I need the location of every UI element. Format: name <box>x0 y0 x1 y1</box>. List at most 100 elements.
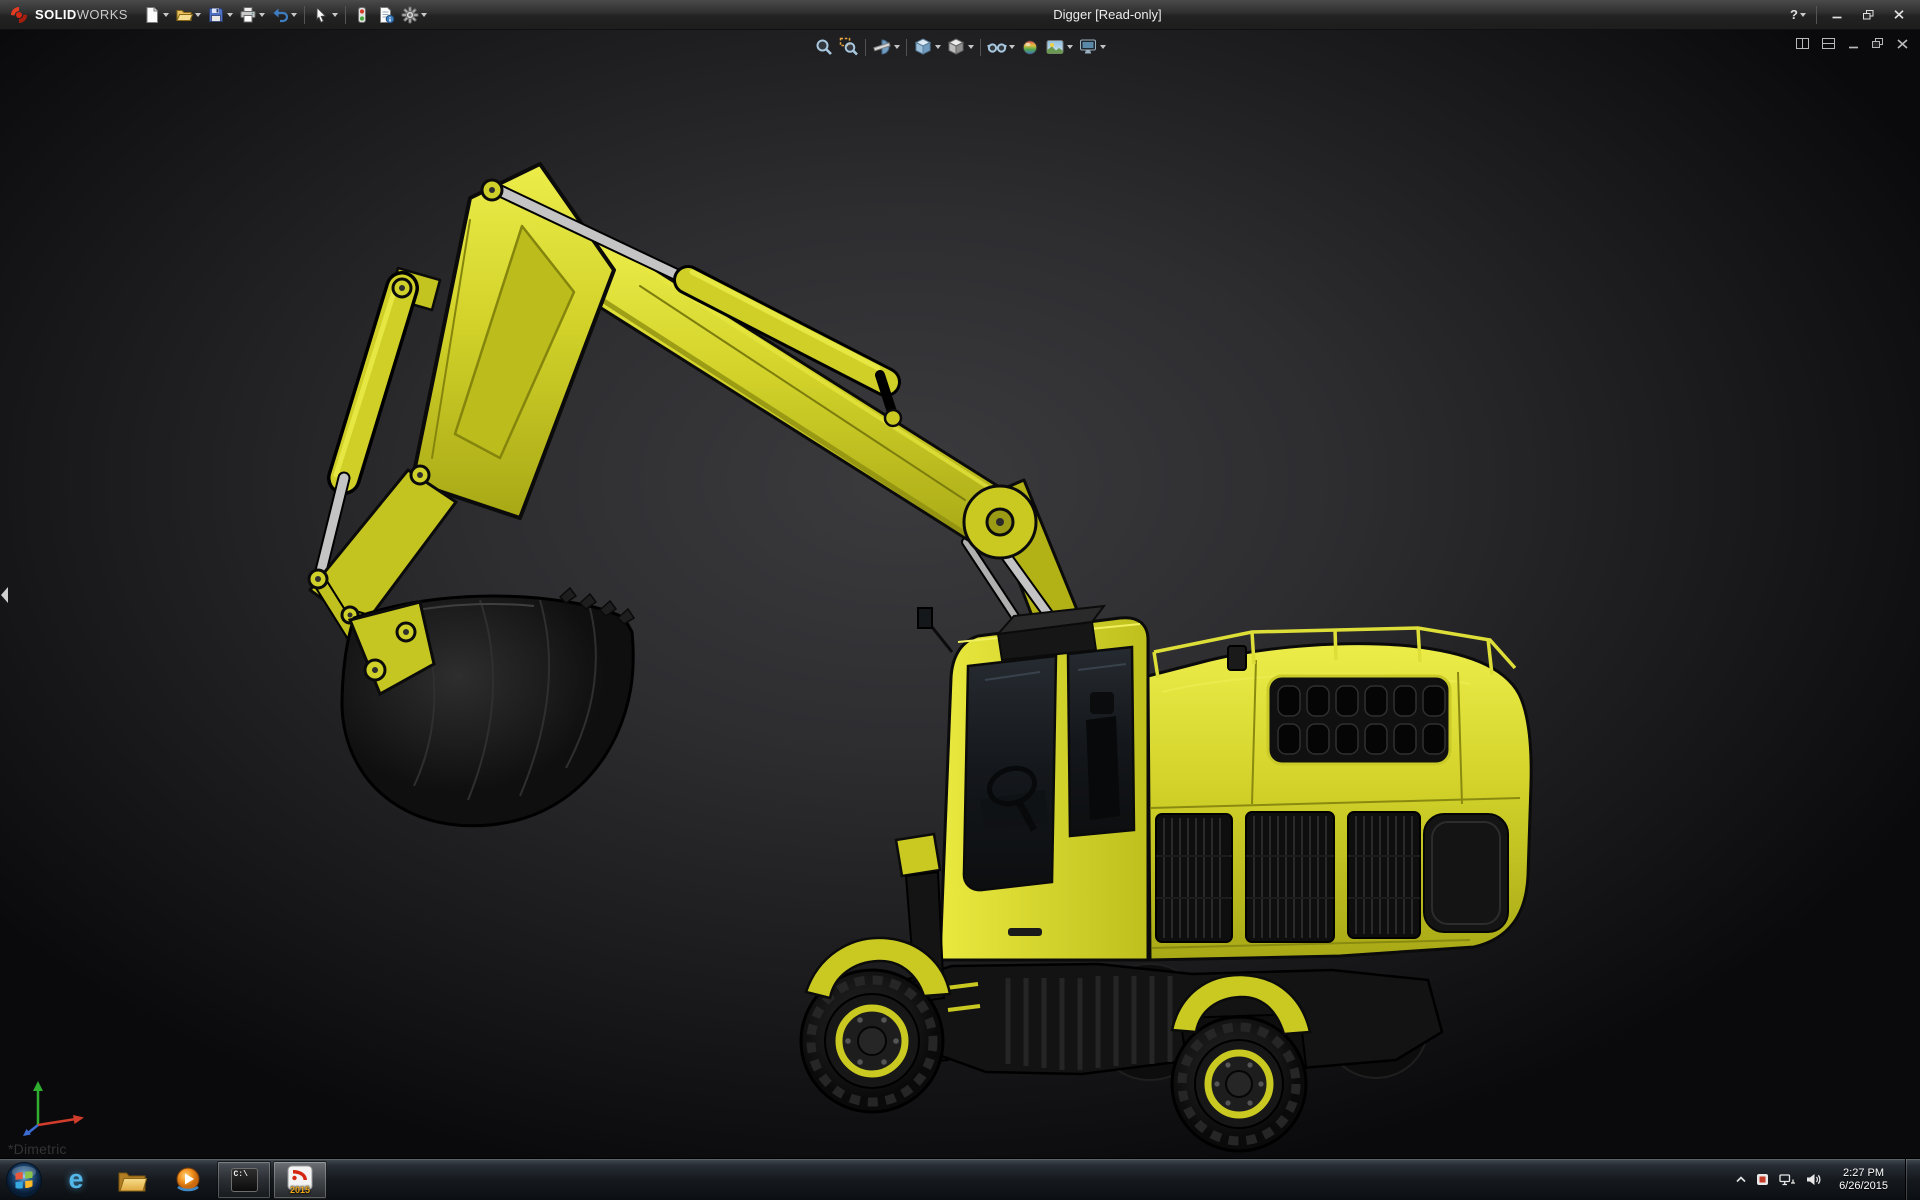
help-caret[interactable] <box>1800 13 1806 17</box>
zoom-to-fit-icon <box>814 37 834 57</box>
help-button[interactable]: ? <box>1785 7 1811 22</box>
taskbar-item-solidworks-2015[interactable]: 2015 <box>273 1161 327 1199</box>
graphics-viewport[interactable]: *Dimetric <box>0 30 1920 1158</box>
open-icon <box>175 6 193 24</box>
show-hidden-icons-button[interactable] <box>1736 1176 1746 1183</box>
app-logo: SOLIDWORKS <box>8 6 128 24</box>
toolbar-separator <box>980 39 981 56</box>
exhaust-stack <box>1228 646 1246 670</box>
split-pane-vertical-icon <box>1822 38 1835 49</box>
undo-caret[interactable] <box>291 13 297 17</box>
new-document-button[interactable] <box>140 3 172 27</box>
apply-scene-icon <box>1045 37 1065 57</box>
split-pane-horizontal-button[interactable] <box>1796 38 1809 49</box>
clock-time: 2:27 PM <box>1839 1167 1888 1180</box>
select-button[interactable] <box>309 3 341 27</box>
folder-icon <box>117 1168 147 1192</box>
clock-date: 6/26/2015 <box>1839 1180 1888 1193</box>
rebuild-button[interactable] <box>350 3 374 27</box>
view-settings-caret[interactable] <box>1100 45 1106 49</box>
volume-icon[interactable] <box>1806 1173 1822 1186</box>
bucket[interactable] <box>342 588 634 826</box>
logo-text-bold: SOLID <box>35 7 77 22</box>
headrest <box>1090 692 1114 714</box>
save-button[interactable] <box>204 3 236 27</box>
view-orientation-button[interactable] <box>911 35 943 59</box>
section-view-button[interactable] <box>870 35 902 59</box>
edit-appearance-button[interactable] <box>1018 35 1042 59</box>
display-style-button[interactable] <box>944 35 976 59</box>
wheel-rear-left[interactable] <box>1172 1017 1306 1151</box>
network-icon[interactable] <box>1779 1173 1796 1187</box>
new-document-caret[interactable] <box>163 13 169 17</box>
zoom-to-fit-button[interactable] <box>812 35 836 59</box>
show-desktop-button[interactable] <box>1905 1159 1918 1200</box>
options-button[interactable] <box>398 3 430 27</box>
open-button[interactable] <box>172 3 204 27</box>
options-caret[interactable] <box>421 13 427 17</box>
document-restore-button[interactable] <box>1872 38 1884 49</box>
toolbar-separator <box>906 39 907 56</box>
display-style-icon <box>946 37 966 57</box>
zoom-to-area-button[interactable] <box>837 35 861 59</box>
apply-scene-caret[interactable] <box>1067 45 1073 49</box>
toolbar-separator <box>1816 6 1817 24</box>
tray-application-icon[interactable] <box>1756 1173 1769 1186</box>
restore-button[interactable] <box>1853 4 1883 26</box>
split-pane-horizontal-icon <box>1796 38 1809 49</box>
window-title: Digger [Read-only] <box>430 7 1785 22</box>
display-style-caret[interactable] <box>968 45 974 49</box>
boom-beam[interactable] <box>560 235 1012 545</box>
split-pane-vertical-button[interactable] <box>1822 38 1835 49</box>
taskbar-item-media-player[interactable] <box>161 1161 215 1199</box>
taskbar-item-command-prompt[interactable]: C:\ <box>217 1161 271 1199</box>
solidworks-logo-icon <box>8 6 30 24</box>
undo-button[interactable] <box>268 3 300 27</box>
save-icon <box>207 6 225 24</box>
excavator-model[interactable] <box>0 30 1920 1158</box>
document-restore-icon <box>1872 38 1884 49</box>
cab[interactable] <box>918 606 1148 960</box>
select-caret[interactable] <box>332 13 338 17</box>
featuremanager-flyout-arrow[interactable] <box>0 586 9 609</box>
print-button[interactable] <box>236 3 268 27</box>
open-caret[interactable] <box>195 13 201 17</box>
titlebar: SOLIDWORKS <box>0 0 1920 30</box>
solidworks-app-icon: 2015 <box>286 1165 314 1195</box>
rear-access-panel[interactable] <box>1424 814 1508 932</box>
start-button[interactable] <box>3 1160 45 1200</box>
engine-housing[interactable] <box>1148 628 1531 960</box>
system-tray: 2:27 PM 6/26/2015 <box>1736 1159 1920 1200</box>
view-orientation-cube-icon <box>913 37 933 57</box>
view-orientation-caret[interactable] <box>935 45 941 49</box>
document-minimize-button[interactable] <box>1848 39 1859 49</box>
taskbar-item-windows-explorer[interactable] <box>105 1161 159 1199</box>
minimize-icon <box>1832 10 1842 19</box>
hide-show-caret[interactable] <box>1009 45 1015 49</box>
view-settings-icon <box>1078 37 1098 57</box>
hide-show-items-button[interactable] <box>985 35 1017 59</box>
section-view-icon <box>872 37 892 57</box>
boom-arm[interactable] <box>309 164 1082 670</box>
print-caret[interactable] <box>259 13 265 17</box>
engine-grille-top[interactable] <box>1268 676 1450 764</box>
file-properties-button[interactable] <box>374 3 398 27</box>
section-view-caret[interactable] <box>894 45 900 49</box>
taskbar-clock[interactable]: 2:27 PM 6/26/2015 <box>1832 1167 1895 1193</box>
quick-access-toolbar <box>140 0 430 29</box>
document-close-button[interactable] <box>1897 39 1908 49</box>
view-settings-button[interactable] <box>1076 35 1108 59</box>
taskbar-item-internet-explorer[interactable]: e <box>49 1161 103 1199</box>
edit-appearance-ball-icon <box>1020 37 1040 57</box>
side-grilles[interactable] <box>1156 812 1420 942</box>
document-minimize-icon <box>1848 39 1859 49</box>
boom-triangle-plate[interactable] <box>412 164 614 518</box>
close-button[interactable] <box>1884 4 1914 26</box>
titlebar-controls: ? <box>1785 4 1914 26</box>
minimize-button[interactable] <box>1822 4 1852 26</box>
save-caret[interactable] <box>227 13 233 17</box>
apply-scene-button[interactable] <box>1043 35 1075 59</box>
command-prompt-icon: C:\ <box>231 1168 258 1192</box>
print-icon <box>239 6 257 24</box>
reference-triad[interactable] <box>22 1075 88 1142</box>
